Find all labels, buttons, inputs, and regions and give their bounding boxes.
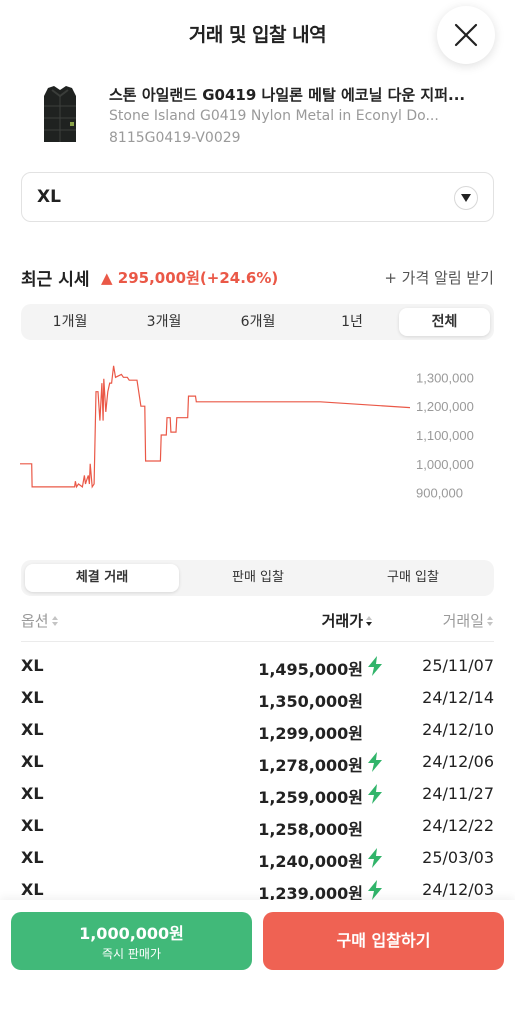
row-option: XL: [21, 752, 44, 771]
row-option: XL: [21, 720, 44, 739]
period-tabs: 1개월 3개월 6개월 1년 전체: [21, 304, 494, 340]
y-tick-label: 1,300,000: [416, 370, 474, 385]
fast-delivery-icon: [367, 784, 383, 804]
recent-price-label: 최근 시세: [21, 270, 90, 290]
row-date: 24/12/14: [422, 688, 494, 707]
table-row: XL 1,278,000원 24/12/06: [21, 746, 494, 778]
row-date: 25/11/07: [422, 656, 494, 675]
fast-delivery-icon: [367, 752, 383, 772]
price-header-label: 거래가: [321, 612, 363, 630]
price-chart: 1,300,000 1,200,000 1,100,000 1,000,000 900,…: [0, 360, 515, 510]
row-option: XL: [21, 880, 44, 899]
product-info: 스톤 아일랜드 G0419 나일론 메탈 에코닐 다운 지퍼... Stone …: [22, 80, 497, 150]
size-select[interactable]: XL: [21, 172, 494, 222]
row-option: XL: [21, 784, 44, 803]
row-option: XL: [21, 848, 44, 867]
instant-sell-price: 1,000,000원: [79, 924, 184, 943]
row-price: 1,299,000원: [258, 724, 363, 743]
row-price: 1,259,000원: [258, 788, 363, 807]
size-value: XL: [37, 187, 61, 207]
table-row: XL 1,495,000원 25/11/07: [21, 650, 494, 682]
header: 거래 및 입찰 내역: [0, 0, 515, 70]
row-option: XL: [21, 688, 44, 707]
trade-tabs: 체결 거래 판매 입찰 구매 입찰: [21, 560, 494, 596]
price-alert-link[interactable]: + 가격 알림 받기: [384, 267, 494, 288]
table-row: XL 1,258,000원 24/12/22: [21, 810, 494, 842]
y-tick-label: 1,100,000: [416, 428, 474, 443]
tab-6-month[interactable]: 6개월: [213, 308, 303, 336]
instant-sell-label: 즉시 판매가: [101, 947, 161, 961]
y-tick-label: 1,200,000: [416, 399, 474, 414]
dropdown-arrow-icon: [454, 186, 478, 210]
y-tick-label: 1,000,000: [416, 457, 474, 472]
row-price: 1,495,000원: [258, 660, 363, 679]
date-header-label: 거래일: [442, 612, 484, 630]
up-arrow-icon: ▲: [101, 269, 113, 287]
y-tick-label: 900,000: [416, 486, 463, 501]
row-date: 24/12/06: [422, 752, 494, 771]
row-option: XL: [21, 816, 44, 835]
table-header: 옵션 거래가 거래일: [21, 604, 494, 642]
row-date: 24/12/22: [422, 816, 494, 835]
option-header-label: 옵션: [21, 612, 49, 630]
product-code: 8115G0419-V0029: [109, 130, 241, 146]
row-price: 1,350,000원: [258, 692, 363, 711]
tab-sell-bids[interactable]: 판매 입찰: [181, 564, 335, 592]
row-date: 24/12/03: [422, 880, 494, 899]
row-option: XL: [21, 656, 44, 675]
product-title-ko: 스톤 아일랜드 G0419 나일론 메탈 에코닐 다운 지퍼...: [109, 86, 466, 104]
table-row: XL 1,259,000원 24/11/27: [21, 778, 494, 810]
tab-1-year[interactable]: 1년: [307, 308, 397, 336]
price-change: ▲ 295,000원(+24.6%): [101, 267, 278, 288]
tab-all[interactable]: 전체: [399, 308, 490, 336]
product-title-en: Stone Island G0419 Nylon Metal in Econyl…: [109, 108, 439, 124]
table-row: XL 1,299,000원 24/12/10: [21, 714, 494, 746]
row-price: 1,240,000원: [258, 852, 363, 871]
trade-list: XL 1,495,000원 25/11/07 XL 1,350,000원 24/12/14…: [21, 650, 494, 900]
sort-icon: [51, 615, 58, 626]
tab-buy-bids[interactable]: 구매 입찰: [336, 564, 490, 592]
date-header[interactable]: 거래일: [443, 610, 494, 631]
row-price: 1,258,000원: [258, 820, 363, 839]
product-image: [32, 84, 88, 146]
sort-desc-icon: [366, 615, 372, 626]
price-change-value: 295,000원(+24.6%): [117, 269, 279, 287]
table-row: XL 1,240,000원 25/03/03: [21, 842, 494, 874]
tab-completed-trades[interactable]: 체결 거래: [25, 564, 179, 592]
price-header[interactable]: 거래가: [322, 610, 373, 631]
tab-3-month[interactable]: 3개월: [119, 308, 209, 336]
row-price: 1,278,000원: [258, 756, 363, 775]
fast-delivery-icon: [367, 880, 383, 900]
fast-delivery-icon: [367, 848, 383, 868]
row-date: 25/03/03: [422, 848, 494, 867]
buy-bid-button[interactable]: 구매 입찰하기: [263, 912, 504, 970]
option-header[interactable]: 옵션: [21, 610, 59, 631]
row-price: 1,239,000원: [258, 884, 363, 900]
row-date: 24/12/10: [422, 720, 494, 739]
tab-1-month[interactable]: 1개월: [25, 308, 115, 336]
table-row: XL 1,239,000원 24/12/03: [21, 874, 494, 900]
table-row: XL 1,350,000원 24/12/14: [21, 682, 494, 714]
sort-icon: [487, 615, 493, 626]
bottom-action-bar: 1,000,000원 즉시 판매가 구매 입찰하기: [0, 900, 515, 1024]
close-button[interactable]: [437, 6, 495, 64]
row-date: 24/11/27: [422, 784, 494, 803]
close-icon: [454, 23, 478, 47]
price-summary: 최근 시세 ▲ 295,000원(+24.6%) + 가격 알림 받기: [21, 262, 494, 292]
price-line: [20, 365, 411, 489]
instant-sell-button[interactable]: 1,000,000원 즉시 판매가: [11, 912, 252, 970]
fast-delivery-icon: [367, 656, 383, 676]
price-chart-svg: 1,300,000 1,200,000 1,100,000 1,000,000 900,…: [20, 365, 474, 501]
